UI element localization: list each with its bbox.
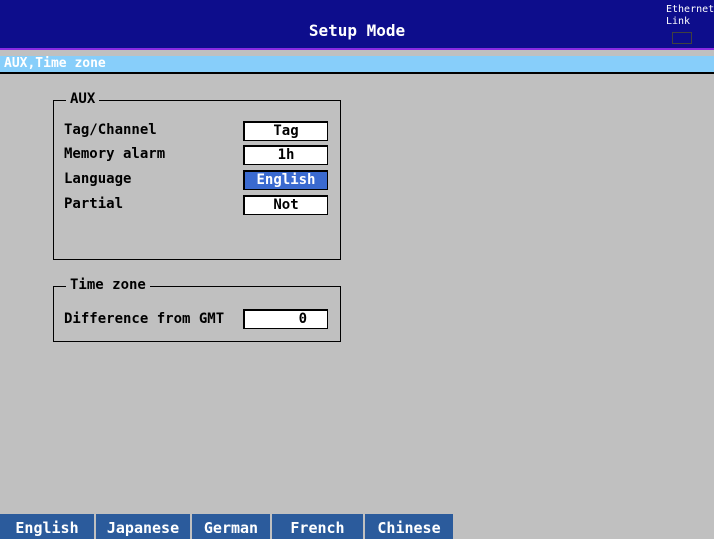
setup-screen: Setup Mode Ethernet Link AUX,Time zone A… — [0, 0, 714, 539]
gmt-difference-field[interactable]: 0 — [243, 309, 328, 329]
softkey-english[interactable]: English — [0, 514, 96, 539]
memory-alarm-label: Memory alarm — [64, 146, 166, 162]
link-label: Link — [666, 16, 691, 27]
ethernet-status: Ethernet Link — [666, 4, 714, 28]
aux-group-title: AUX — [66, 91, 100, 107]
softkey-german[interactable]: German — [192, 514, 272, 539]
softkey-japanese[interactable]: Japanese — [96, 514, 192, 539]
page-title: Setup Mode — [308, 21, 406, 40]
gmt-difference-label: Difference from GMT — [64, 311, 225, 327]
tag-channel-field[interactable]: Tag — [243, 121, 328, 141]
softkey-bar: English Japanese German French Chinese — [0, 514, 714, 539]
title-bar: Setup Mode Ethernet Link — [0, 0, 714, 50]
partial-label: Partial — [64, 196, 124, 212]
partial-field[interactable]: Not — [243, 195, 328, 215]
softkey-french[interactable]: French — [272, 514, 365, 539]
softkey-chinese[interactable]: Chinese — [365, 514, 455, 539]
section-header: AUX,Time zone — [0, 56, 714, 74]
language-field[interactable]: English — [243, 170, 328, 190]
section-title: AUX,Time zone — [4, 56, 106, 71]
language-label: Language — [64, 171, 132, 187]
timezone-group-title: Time zone — [66, 277, 150, 293]
memory-alarm-field[interactable]: 1h — [243, 145, 328, 165]
tag-channel-label: Tag/Channel — [64, 122, 157, 138]
link-indicator-icon — [672, 32, 692, 44]
ethernet-label: Ethernet — [666, 4, 714, 15]
